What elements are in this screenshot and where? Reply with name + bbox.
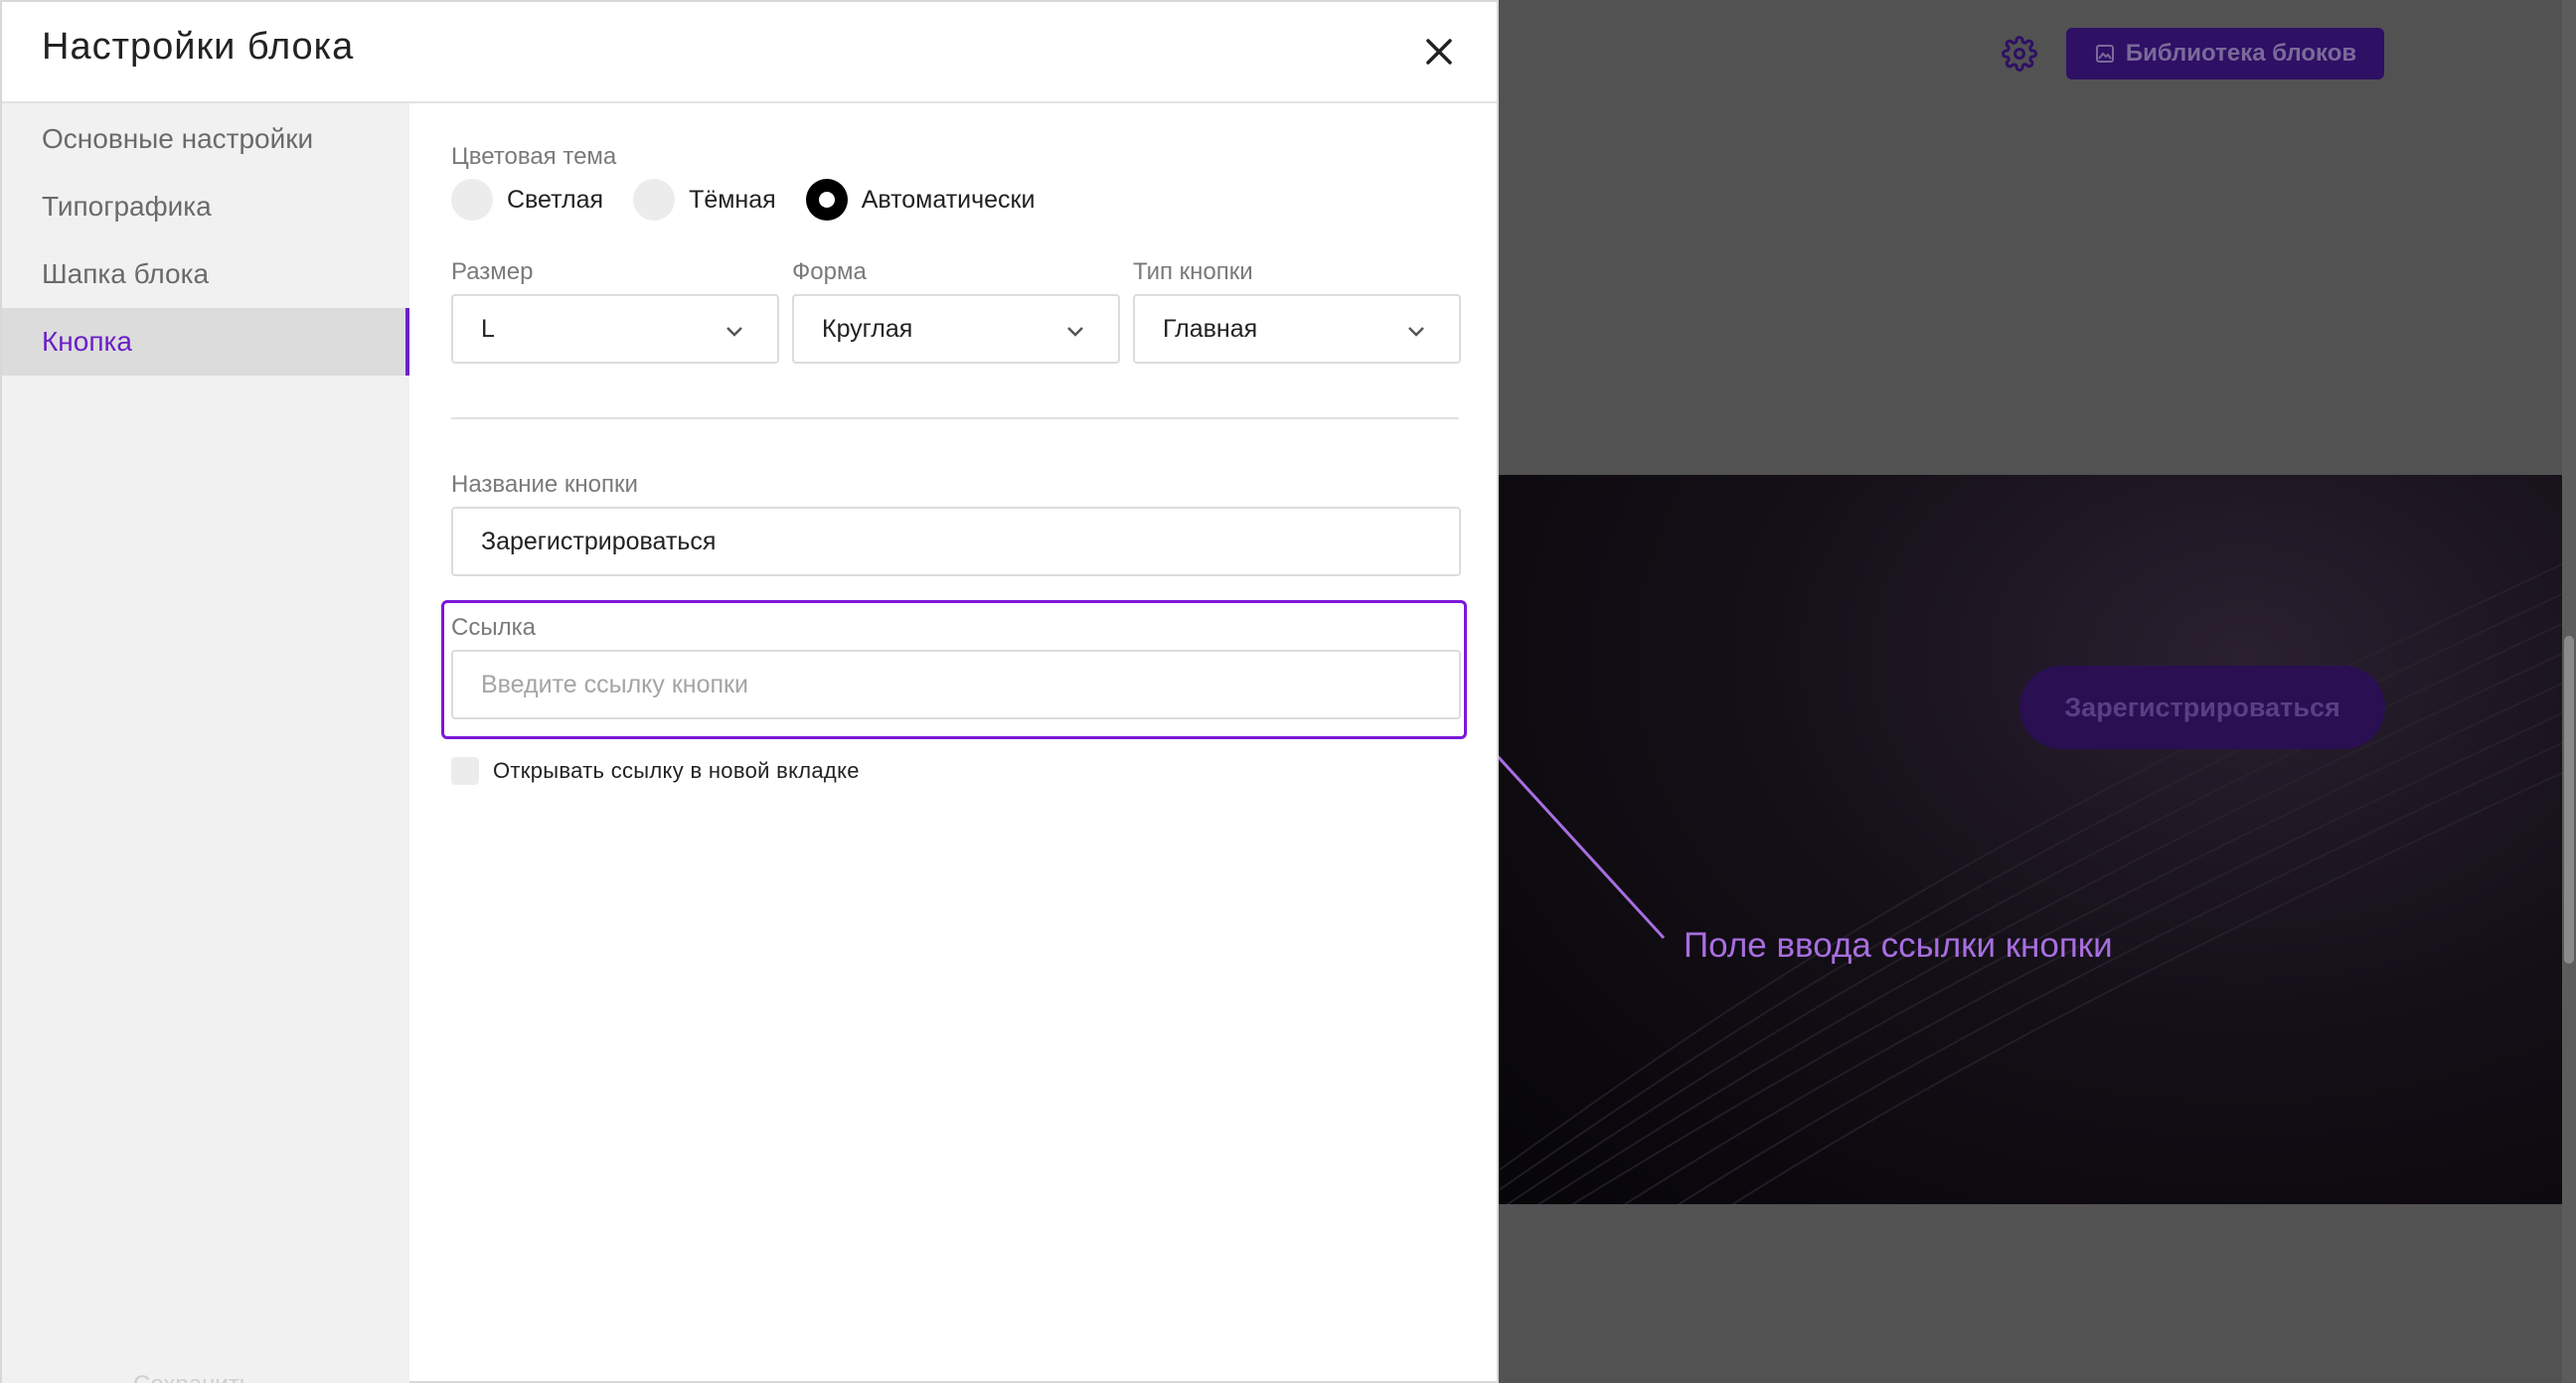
button-type-label: Тип кнопки <box>1133 258 1253 285</box>
block-settings-modal: Настройки блока Основные настройки Типог… <box>0 0 1499 1383</box>
button-type-select[interactable]: Главная <box>1133 294 1461 364</box>
link-label: Ссылка <box>451 614 536 641</box>
open-new-tab-label: Открывать ссылку в новой вкладке <box>493 758 860 783</box>
sidebar-item-main-settings[interactable]: Основные настройки <box>2 105 409 173</box>
radio-circle <box>633 179 676 221</box>
shape-label: Форма <box>792 258 867 285</box>
sidebar-item-typography[interactable]: Типографика <box>2 173 409 240</box>
sidebar-footer-partial: Сохранить <box>133 1371 251 1383</box>
preview-register-button[interactable]: Зарегистрироваться <box>2019 666 2385 749</box>
size-select[interactable]: L <box>451 294 779 364</box>
open-new-tab-checkbox[interactable] <box>451 757 479 785</box>
scrollbar[interactable] <box>2562 0 2576 1383</box>
editor-backdrop: Библиотека блоков Зарегистрироваться <box>1499 0 2576 1383</box>
image-icon <box>2094 43 2116 65</box>
callout-label: Поле ввода ссылки кнопки <box>1684 926 2113 965</box>
shape-select[interactable]: Круглая <box>792 294 1120 364</box>
sidebar-item-button[interactable]: Кнопка <box>2 308 409 376</box>
sidebar-item-label: Кнопка <box>42 326 132 357</box>
settings-sidebar: Основные настройки Типографика Шапка бло… <box>2 103 409 1383</box>
editor-toolbar: Библиотека блоков <box>1499 0 2576 109</box>
color-theme-label: Цветовая тема <box>451 143 617 170</box>
block-preview: Зарегистрироваться <box>1499 475 2562 1204</box>
radio-auto[interactable]: Автоматически <box>805 179 1036 221</box>
chevron-down-icon <box>1408 327 1424 337</box>
radio-light[interactable]: Светлая <box>451 179 603 221</box>
block-library-button[interactable]: Библиотека блоков <box>2066 28 2384 79</box>
sidebar-item-label: Шапка блока <box>42 258 210 289</box>
sidebar-item-block-header[interactable]: Шапка блока <box>2 240 409 308</box>
sidebar-item-label: Типографика <box>42 191 212 222</box>
settings-content: Цветовая тема Светлая Тёмная Автоматичес… <box>409 103 1499 1383</box>
modal-title: Настройки блока <box>42 26 355 68</box>
radio-label: Автоматически <box>861 185 1036 214</box>
radio-dark[interactable]: Тёмная <box>633 179 776 221</box>
size-select-value: L <box>481 314 495 343</box>
link-input[interactable] <box>451 650 1461 719</box>
radio-circle-checked <box>805 179 848 221</box>
chevron-down-icon <box>1067 327 1083 337</box>
sidebar-item-label: Основные настройки <box>42 123 314 154</box>
radio-circle <box>451 179 493 221</box>
button-type-select-value: Главная <box>1163 314 1258 343</box>
open-new-tab-checkbox-row[interactable]: Открывать ссылку в новой вкладке <box>451 757 860 785</box>
block-library-label: Библиотека блоков <box>2125 40 2357 67</box>
modal-header: Настройки блока <box>2 2 1497 103</box>
gear-icon[interactable] <box>2000 34 2039 74</box>
radio-label: Тёмная <box>689 185 776 214</box>
button-name-label: Название кнопки <box>451 471 638 498</box>
radio-label: Светлая <box>507 185 604 214</box>
wave-background <box>1499 563 2562 1204</box>
chevron-down-icon <box>726 327 742 337</box>
color-theme-radio-group: Светлая Тёмная Автоматически <box>451 177 1064 223</box>
divider <box>451 417 1459 419</box>
button-name-input[interactable] <box>451 507 1461 576</box>
scrollbar-thumb[interactable] <box>2564 636 2574 964</box>
size-label: Размер <box>451 258 534 285</box>
shape-select-value: Круглая <box>822 314 913 343</box>
close-icon[interactable] <box>1419 32 1459 72</box>
